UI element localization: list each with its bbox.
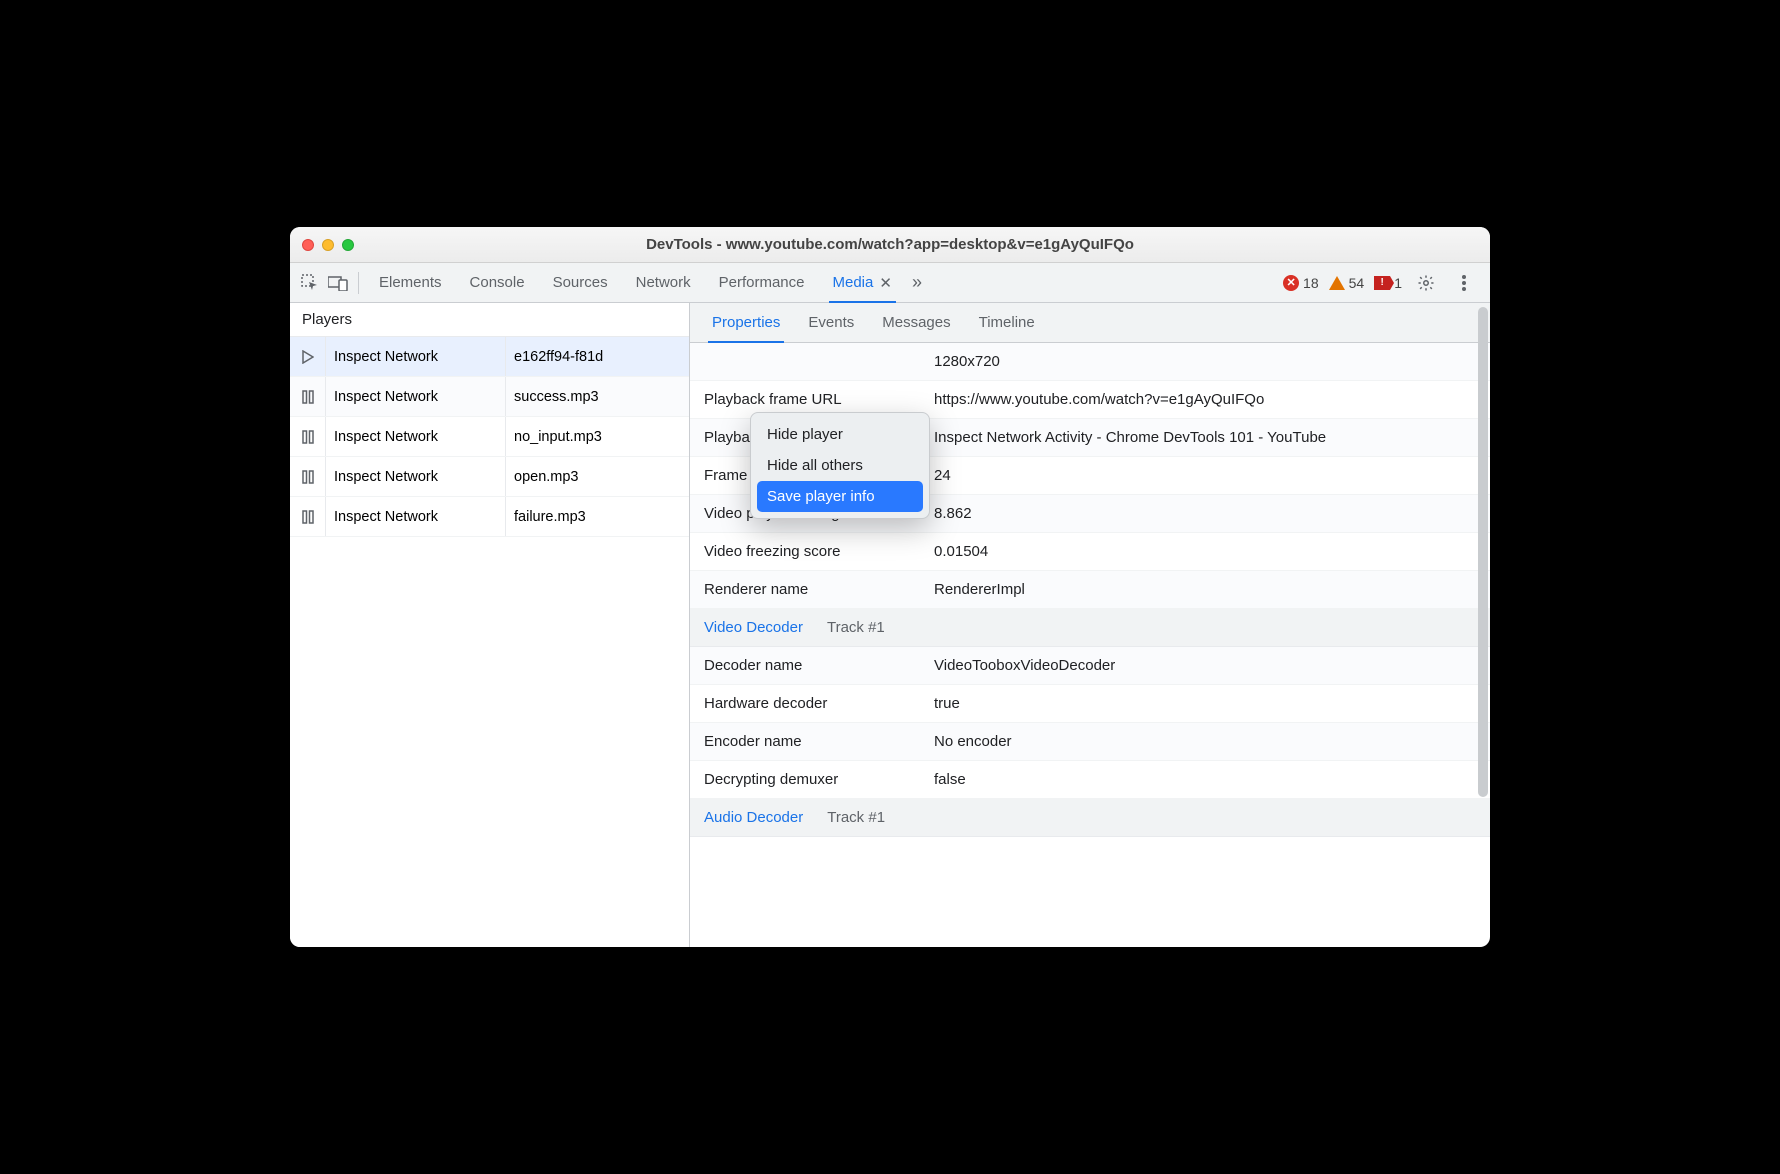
property-value: true [934,695,1476,712]
pause-icon [290,457,326,496]
tab-media[interactable]: Media ✕ [819,263,906,303]
players-sidebar: Players Inspect Networke162ff94-f81dInsp… [290,303,690,947]
player-name: Inspect Network [326,457,506,496]
status-group: ✕ 18 54 ! 1 [1283,269,1484,297]
pause-icon [290,417,326,456]
inspect-element-icon[interactable] [296,269,324,297]
toolbar-separator [358,272,359,294]
properties-panel: Properties Events Messages Timeline 1280… [690,303,1490,947]
video-decoder-section[interactable]: Video Decoder Track #1 [690,609,1490,647]
warning-icon [1329,276,1345,290]
property-row: Video freezing score0.01504 [690,533,1490,571]
player-name: Inspect Network [326,497,506,536]
property-key: Hardware decoder [704,695,934,712]
traffic-lights [302,239,354,251]
property-value: 1280x720 [934,353,1476,370]
property-value: Inspect Network Activity - Chrome DevToo… [934,429,1476,446]
play-icon [290,337,326,376]
property-row: Hardware decodertrue [690,685,1490,723]
property-row: Renderer nameRendererImpl [690,571,1490,609]
pause-icon [290,497,326,536]
section-track: Track #1 [827,619,885,636]
player-file: open.mp3 [506,469,689,485]
close-window-button[interactable] [302,239,314,251]
property-row: Decrypting demuxerfalse [690,761,1490,799]
player-name: Inspect Network [326,377,506,416]
player-row[interactable]: Inspect Networkno_input.mp3 [290,417,689,457]
property-key: Decoder name [704,657,934,674]
more-options-icon[interactable] [1450,269,1478,297]
issues-count[interactable]: ! 1 [1374,275,1402,291]
property-value: false [934,771,1476,788]
panel-tabs: Elements Console Sources Network Perform… [365,263,928,303]
issue-icon: ! [1374,276,1390,290]
context-menu: Hide playerHide all othersSave player in… [750,412,930,519]
property-value: 0.01504 [934,543,1476,560]
section-title: Video Decoder [704,619,803,636]
maximize-window-button[interactable] [342,239,354,251]
property-value: RendererImpl [934,581,1476,598]
property-row: Encoder nameNo encoder [690,723,1490,761]
errors-count[interactable]: ✕ 18 [1283,275,1319,291]
player-file: failure.mp3 [506,509,689,525]
player-row[interactable]: Inspect Networksuccess.mp3 [290,377,689,417]
context-menu-item[interactable]: Hide player [757,419,923,450]
settings-icon[interactable] [1412,269,1440,297]
property-row: 1280x720 [690,343,1490,381]
minimize-window-button[interactable] [322,239,334,251]
context-menu-item[interactable]: Hide all others [757,450,923,481]
property-value: No encoder [934,733,1476,750]
device-toggle-icon[interactable] [324,269,352,297]
property-key: Playback frame URL [704,391,934,408]
property-value: https://www.youtube.com/watch?v=e1gAyQuI… [934,391,1476,408]
more-tabs-icon[interactable]: » [906,272,928,293]
title-bar: DevTools - www.youtube.com/watch?app=des… [290,227,1490,263]
section-track: Track #1 [827,809,885,826]
subtab-properties[interactable]: Properties [698,303,794,343]
tab-sources[interactable]: Sources [539,263,622,303]
devtools-toolbar: Elements Console Sources Network Perform… [290,263,1490,303]
property-key: Decrypting demuxer [704,771,934,788]
player-file: success.mp3 [506,389,689,405]
property-value: 24 [934,467,1476,484]
property-value: 8.862 [934,505,1476,522]
property-key: Video freezing score [704,543,934,560]
tab-performance[interactable]: Performance [705,263,819,303]
player-file: no_input.mp3 [506,429,689,445]
section-title: Audio Decoder [704,809,803,826]
property-value: VideoTooboxVideoDecoder [934,657,1476,674]
subtabs: Properties Events Messages Timeline [690,303,1490,343]
property-key: Encoder name [704,733,934,750]
tab-console[interactable]: Console [456,263,539,303]
error-icon: ✕ [1283,275,1299,291]
tab-elements[interactable]: Elements [365,263,456,303]
scrollbar[interactable] [1478,307,1488,797]
player-name: Inspect Network [326,417,506,456]
subtab-timeline[interactable]: Timeline [965,303,1049,343]
close-tab-icon[interactable]: ✕ [879,274,892,292]
context-menu-item[interactable]: Save player info [757,481,923,512]
main-area: Players Inspect Networke162ff94-f81dInsp… [290,303,1490,947]
sidebar-header: Players [290,303,689,337]
subtab-messages[interactable]: Messages [868,303,964,343]
property-key: Renderer name [704,581,934,598]
pause-icon [290,377,326,416]
window-title: DevTools - www.youtube.com/watch?app=des… [290,236,1490,253]
tab-network[interactable]: Network [622,263,705,303]
subtab-events[interactable]: Events [794,303,868,343]
player-name: Inspect Network [326,337,506,376]
audio-decoder-section[interactable]: Audio Decoder Track #1 [690,799,1490,837]
devtools-window: DevTools - www.youtube.com/watch?app=des… [290,227,1490,947]
player-row[interactable]: Inspect Networke162ff94-f81d [290,337,689,377]
player-file: e162ff94-f81d [506,349,689,365]
player-row[interactable]: Inspect Networkfailure.mp3 [290,497,689,537]
warnings-count[interactable]: 54 [1329,275,1365,291]
player-row[interactable]: Inspect Networkopen.mp3 [290,457,689,497]
property-row: Decoder nameVideoTooboxVideoDecoder [690,647,1490,685]
